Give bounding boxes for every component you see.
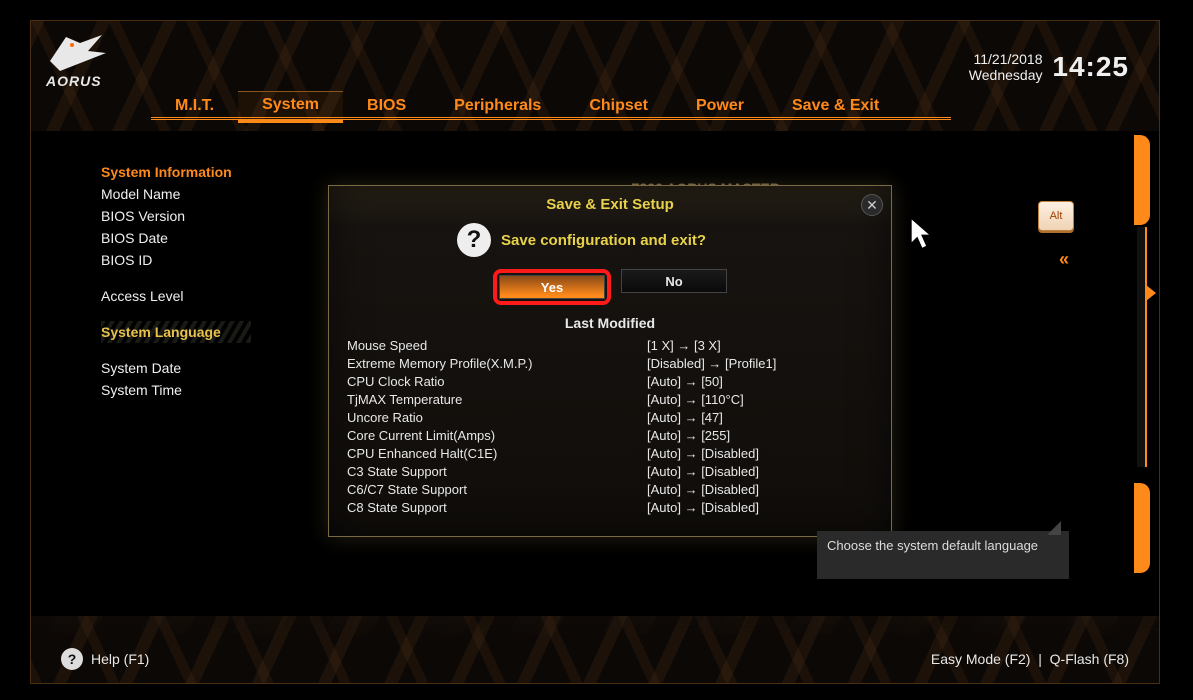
change-name: C8 State Support [347,499,647,517]
change-row: Mouse Speed[1 X] → [3 X] [347,337,873,355]
change-value: [Auto] → [Disabled] [647,463,873,481]
help-icon[interactable]: ? [61,648,83,670]
change-row: Extreme Memory Profile(X.M.P.)[Disabled]… [347,355,873,373]
change-row: CPU Enhanced Halt(C1E)[Auto] → [Disabled… [347,445,873,463]
change-value: [Disabled] → [Profile1] [647,355,873,373]
change-row: C10 State Support[Auto] → [Disabled] [347,517,873,519]
item-access-level[interactable]: Access Level [101,285,251,307]
change-row: Core Current Limit(Amps)[Auto] → [255] [347,427,873,445]
item-bios-version[interactable]: BIOS Version [101,205,251,227]
help-tooltip: Choose the system default language [817,531,1069,579]
changes-list: Mouse Speed[1 X] → [3 X]Extreme Memory P… [347,337,873,519]
change-name: TjMAX Temperature [347,391,647,409]
bios-window: AORUS 11/21/2018 Wednesday 14:25 M.I.T. … [30,20,1160,684]
item-system-date[interactable]: System Date [101,357,251,379]
yes-button[interactable]: Yes [499,275,605,299]
change-value: [Auto] → [Disabled] [647,499,873,517]
change-name: Uncore Ratio [347,409,647,427]
dialog-title: Save & Exit Setup [329,186,891,219]
save-exit-dialog: ✕ Save & Exit Setup ? Save configuration… [328,185,892,537]
close-icon[interactable]: ✕ [861,194,883,216]
day-text: Wednesday [969,67,1043,83]
tab-underline [151,117,951,120]
chevron-left-icon[interactable]: « [1059,249,1069,270]
item-system-language[interactable]: System Language [101,321,251,343]
item-bios-date[interactable]: BIOS Date [101,227,251,249]
change-row: TjMAX Temperature[Auto] → [110°C] [347,391,873,409]
change-name: C10 State Support [347,517,647,519]
time-text: 14:25 [1052,51,1129,83]
change-name: CPU Clock Ratio [347,373,647,391]
change-row: CPU Clock Ratio[Auto] → [50] [347,373,873,391]
item-system-time[interactable]: System Time [101,379,251,401]
change-value: [Auto] → [47] [647,409,873,427]
clock: 11/21/2018 Wednesday 14:25 [969,51,1129,83]
side-scroll-bar[interactable] [1134,135,1154,575]
change-name: C6/C7 State Support [347,481,647,499]
change-value: [1 X] → [3 X] [647,337,873,355]
change-value: [Auto] → [Disabled] [647,481,873,499]
last-modified-heading: Last Modified [347,315,873,331]
change-value: [Auto] → [Disabled] [647,445,873,463]
change-value: [Auto] → [110°C] [647,391,873,409]
qflash-label[interactable]: Q-Flash (F8) [1050,651,1129,667]
change-name: C3 State Support [347,463,647,481]
date-text: 11/21/2018 [973,51,1042,67]
change-value: [Auto] → [50] [647,373,873,391]
settings-list: System Information Model Name BIOS Versi… [101,161,251,401]
change-value: [Auto] → [Disabled] [647,517,873,519]
eagle-icon [46,31,110,75]
item-model-name[interactable]: Model Name [101,183,251,205]
footer-bar: ? Help (F1) Easy Mode (F2) | Q-Flash (F8… [31,635,1159,683]
change-row: C3 State Support[Auto] → [Disabled] [347,463,873,481]
question-icon: ? [457,223,491,257]
easy-mode-label[interactable]: Easy Mode (F2) [931,651,1031,667]
change-name: Core Current Limit(Amps) [347,427,647,445]
yes-highlight: Yes [493,269,611,305]
dialog-prompt: Save configuration and exit? [501,232,706,249]
change-row: C8 State Support[Auto] → [Disabled] [347,499,873,517]
arrow-right-icon [1146,285,1156,301]
alt-key-hint[interactable]: Alt [1038,201,1074,231]
change-name: Mouse Speed [347,337,647,355]
no-button[interactable]: No [621,269,727,293]
item-bios-id[interactable]: BIOS ID [101,249,251,271]
change-name: CPU Enhanced Halt(C1E) [347,445,647,463]
change-name: Extreme Memory Profile(X.M.P.) [347,355,647,373]
change-value: [Auto] → [255] [647,427,873,445]
help-label[interactable]: Help (F1) [91,651,149,667]
brand-text: AORUS [46,73,110,89]
change-row: C6/C7 State Support[Auto] → [Disabled] [347,481,873,499]
change-row: Uncore Ratio[Auto] → [47] [347,409,873,427]
section-system-information: System Information [101,161,251,183]
aorus-logo: AORUS [46,31,110,89]
